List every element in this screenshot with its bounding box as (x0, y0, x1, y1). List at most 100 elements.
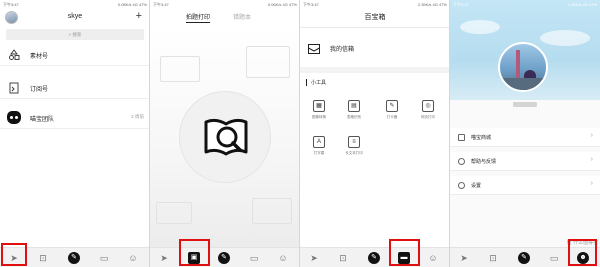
smile-icon[interactable]: ☺ (127, 252, 139, 264)
subscription-icon (8, 82, 20, 94)
avatar-tower (516, 50, 520, 80)
profile-screen: 下午3:47 1.39K/s 4G 47% 喵宝商城 › 帮助与反馈 › 设置 … (450, 0, 600, 267)
table-icon: ▤ (348, 100, 360, 112)
background-sketch (156, 202, 192, 224)
store-icon (458, 134, 465, 141)
list-item-material[interactable]: 素材号 (0, 44, 150, 66)
search-placeholder: 搜索 (72, 32, 82, 37)
highlight-box (1, 243, 27, 266)
list-item-time: 2 周前 (131, 114, 144, 119)
chevron-right-icon: › (590, 180, 593, 187)
tool-long-text-print[interactable]: ≡ 长文本打印 (342, 136, 366, 156)
status-time: 下午3:47 (3, 2, 19, 7)
pencil-icon[interactable]: ✎ (368, 252, 380, 264)
printer-icon[interactable]: ▭ (548, 252, 560, 264)
menu-item-store[interactable]: 喵宝商城 › (450, 128, 600, 147)
messages-header: skye + (0, 9, 150, 27)
help-icon (458, 158, 465, 165)
header-divider (300, 27, 450, 28)
menu-label: 帮助与反馈 (471, 159, 497, 165)
long-text-icon: ≡ (348, 136, 360, 148)
status-time: 下午3:47 (153, 2, 169, 7)
status-bar: 下午3:47 0.06K/s 4G 47% (150, 0, 300, 9)
status-indicators: 1.39K/s 4G 47% (567, 2, 597, 7)
status-time: 下午3:47 (303, 2, 319, 7)
tool-label: 表格识别 (347, 115, 361, 119)
scan-icon[interactable]: ⊡ (37, 252, 49, 264)
printer-icon[interactable]: ▭ (248, 252, 260, 264)
chevron-right-icon: › (590, 132, 593, 139)
background-sketch (246, 46, 290, 78)
menu-item-settings[interactable]: 设置 › (450, 176, 600, 195)
send-icon[interactable]: ➤ (158, 252, 170, 264)
avatar[interactable] (498, 42, 548, 92)
status-indicators: 0.06K/s 4G 47% (267, 2, 297, 7)
tool-table-recognition[interactable]: ▤ 表格识别 (342, 100, 366, 120)
book-magnifier-icon (204, 118, 248, 156)
panel-divider (299, 0, 300, 267)
printer-icon[interactable]: ▭ (98, 252, 110, 264)
page-title: 百宝箱 (364, 14, 386, 21)
search-icon: ⌕ (68, 32, 72, 37)
mailbox-row[interactable]: 我的信箱 (300, 37, 450, 61)
smile-icon[interactable]: ☺ (277, 252, 289, 264)
image-convert-icon: ▦ (313, 100, 325, 112)
section-gap (300, 67, 450, 73)
highlight-box (179, 239, 210, 266)
pencil-icon[interactable]: ✎ (218, 252, 230, 264)
send-icon[interactable]: ➤ (458, 252, 470, 264)
shapes-icon (8, 49, 20, 61)
messages-screen: 下午3:47 0.08K/s 4G 47% skye + ⌕ 搜索 素材号 订阅… (0, 0, 150, 267)
tab-photo-print[interactable]: 拍题打印 (186, 12, 210, 21)
highlight-box (389, 239, 420, 266)
status-time: 下午3:47 (453, 2, 469, 7)
mail-icon (308, 44, 320, 54)
scan-button[interactable] (179, 91, 271, 183)
tool-checkin[interactable]: ✎ 打卡器 (380, 100, 404, 120)
tool-label: 图像转换 (312, 115, 326, 119)
tools-section-title: 小工具 (306, 79, 326, 86)
pencil-icon[interactable]: ✎ (68, 252, 80, 264)
tab-bar: 拍题打印 错题本 (150, 10, 300, 24)
tab-underline (186, 22, 210, 23)
list-item-label: 订阅号 (30, 87, 49, 93)
status-bar: 下午3:47 1.39K/s 4G 47% (450, 0, 600, 9)
chevron-right-icon: › (590, 156, 593, 163)
scan-print-screen: 下午3:47 0.06K/s 4G 47% 拍题打印 错题本 ➤ ▣ ✎ ▭ ☺ (150, 0, 300, 267)
list-item-label: 素材号 (30, 54, 49, 60)
pencil-icon[interactable]: ✎ (518, 252, 530, 264)
list-item-subscription[interactable]: 订阅号 (0, 77, 150, 99)
cloud (540, 30, 590, 46)
tool-image-convert[interactable]: ▦ 图像转换 (307, 100, 331, 120)
scan-icon[interactable]: ⊡ (487, 252, 499, 264)
add-button[interactable]: + (136, 10, 142, 22)
page-title: skye (67, 13, 83, 20)
scan-icon[interactable]: ⊡ (337, 252, 349, 264)
web-print-icon: ◎ (422, 100, 434, 112)
menu-item-help[interactable]: 帮助与反馈 › (450, 152, 600, 171)
send-icon[interactable]: ➤ (308, 252, 320, 264)
list-item-label: 喵宝团队 (30, 117, 55, 123)
tool-label: 打卡器 (386, 115, 398, 119)
smile-icon[interactable]: ☺ (427, 252, 439, 264)
panel-divider (449, 0, 450, 267)
mailbox-label: 我的信箱 (330, 47, 355, 53)
status-indicators: 2.35K/s 4G 47% (417, 2, 447, 7)
bottom-nav: ➤ ▣ ✎ ▭ ☺ (150, 247, 300, 267)
typing-icon: A (313, 136, 325, 148)
background-sketch (252, 198, 292, 224)
search-input[interactable]: ⌕ 搜索 (6, 29, 144, 40)
tool-web-print[interactable]: ◎ 网页打印 (416, 100, 440, 120)
tool-label: 网页打印 (421, 115, 435, 119)
cloud (460, 20, 500, 34)
tab-mistake-book[interactable]: 错题本 (233, 12, 251, 21)
highlight-box (568, 239, 597, 266)
background-sketch (160, 56, 200, 82)
gear-icon (458, 182, 465, 189)
status-indicators: 0.08K/s 4G 47% (117, 2, 147, 7)
username-blurred (513, 102, 537, 107)
avatar-ground (500, 78, 546, 90)
tool-typing[interactable]: A 打字模 (307, 136, 331, 156)
list-item-team[interactable]: 喵宝团队 2 周前 (0, 107, 150, 129)
panel-divider (149, 0, 150, 267)
